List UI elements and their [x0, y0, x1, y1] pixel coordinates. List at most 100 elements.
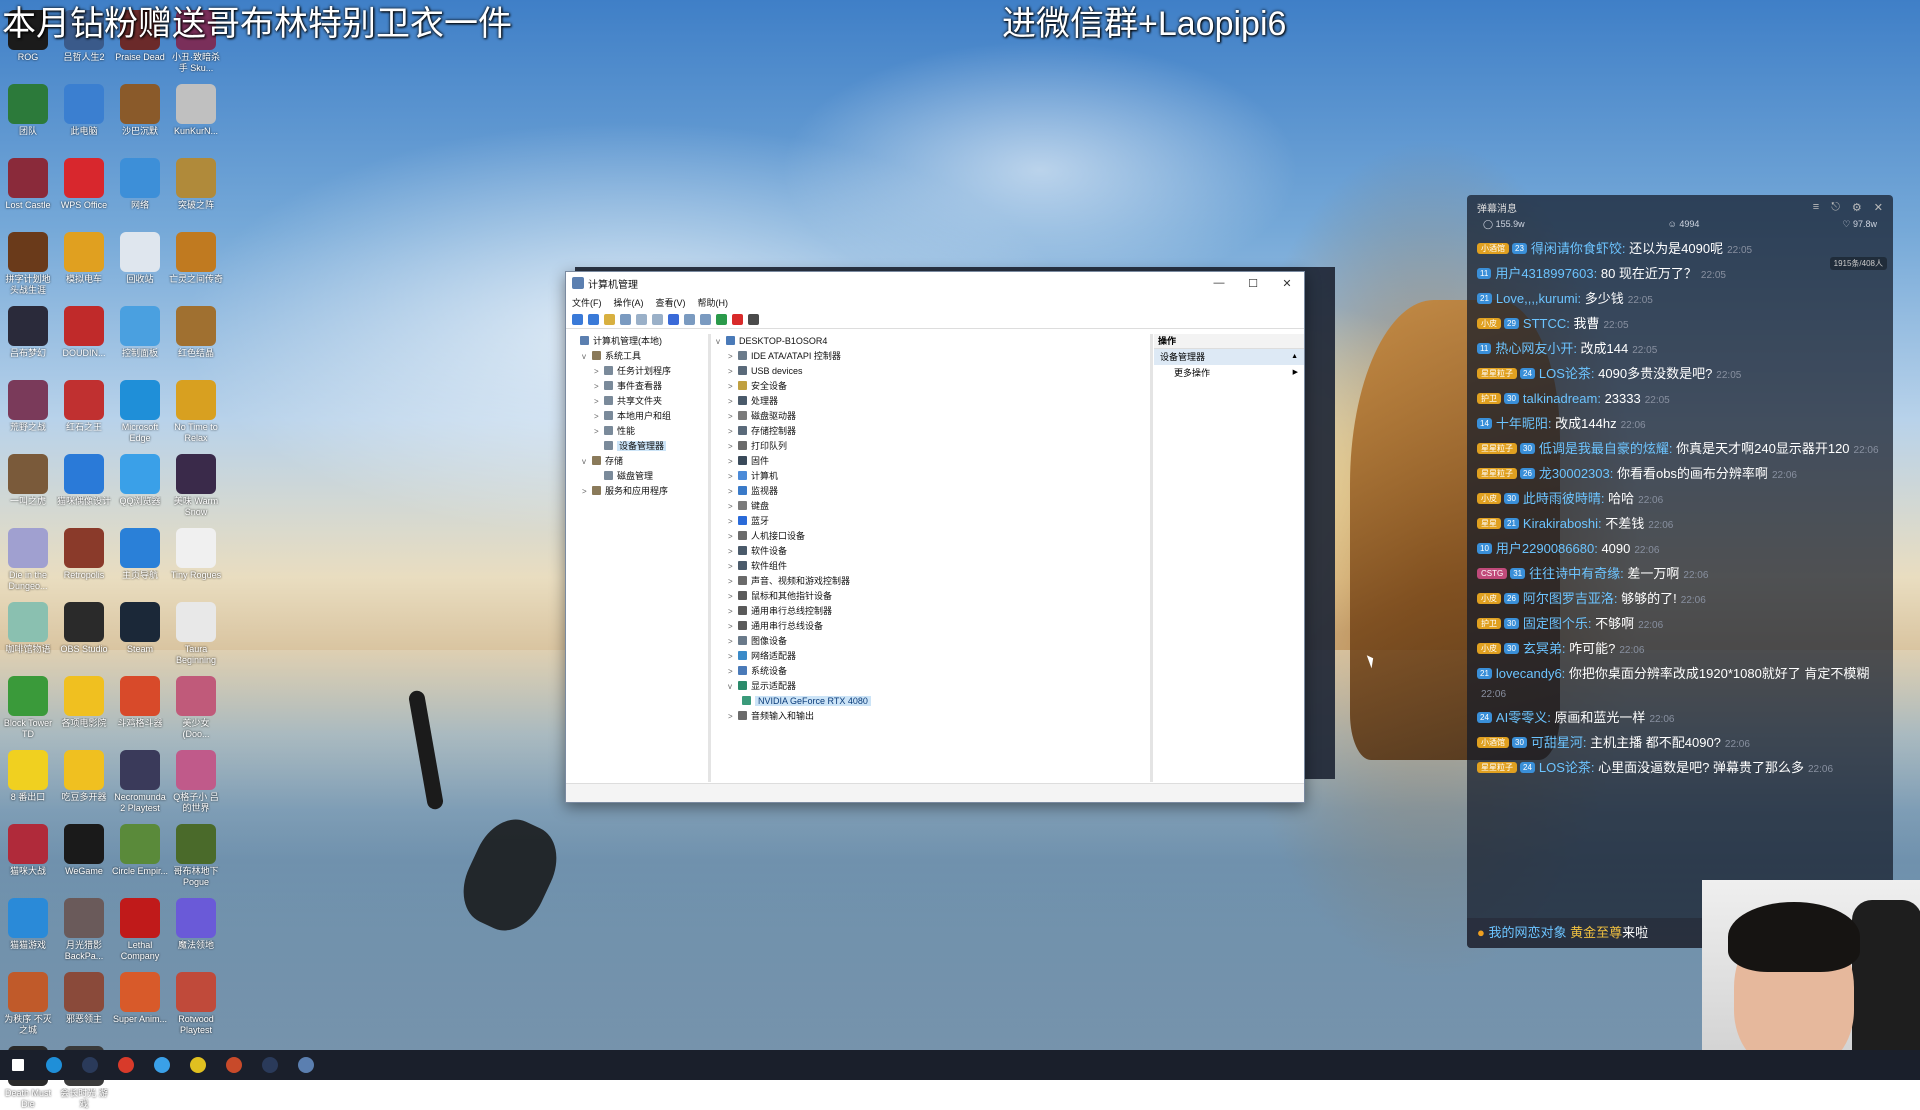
expand-arrow-icon[interactable]: > — [728, 544, 738, 559]
menu-file[interactable]: 文件(F) — [572, 296, 602, 309]
device-category[interactable]: > 软件组件 — [712, 559, 1150, 574]
device-category[interactable]: > USB devices — [712, 364, 1150, 379]
danmaku-username[interactable]: 往往诗中有奇缘: — [1529, 566, 1624, 581]
collapse-arrow-icon[interactable]: v — [728, 679, 738, 694]
taskbar-qq-browser[interactable] — [144, 1050, 180, 1080]
desktop-icon[interactable]: Die in the Dungeo... — [0, 528, 56, 592]
submenu-arrow-icon[interactable]: ▶ — [1293, 365, 1298, 381]
action-item[interactable]: 设备管理器 ▲ — [1154, 349, 1304, 365]
update-driver-icon[interactable] — [716, 313, 727, 325]
monitor-icon[interactable] — [700, 313, 711, 325]
desktop-icon[interactable]: DOUDIN... — [56, 306, 112, 359]
desktop-icon[interactable]: 猫咪大战 — [0, 824, 56, 877]
device-category[interactable]: > 系统设备 — [712, 664, 1150, 679]
help-icon[interactable] — [668, 313, 679, 325]
expand-arrow-icon[interactable]: > — [728, 589, 738, 604]
taskbar-app-yellow[interactable] — [180, 1050, 216, 1080]
device-category[interactable]: > 鼠标和其他指针设备 — [712, 589, 1150, 604]
console-tree-item[interactable]: 计算机管理(本地) — [566, 334, 708, 349]
console-tree-item[interactable]: v 系统工具 — [566, 349, 708, 364]
menu-action[interactable]: 操作(A) — [614, 296, 644, 309]
danmaku-message[interactable]: 11 热心网友小开: 改成144 22:05 — [1467, 337, 1893, 362]
expand-arrow-icon[interactable]: > — [728, 514, 738, 529]
taskbar-app-red[interactable] — [216, 1050, 252, 1080]
desktop-icon[interactable]: 网络 — [112, 158, 168, 211]
export-icon[interactable] — [652, 313, 663, 325]
danmaku-username[interactable]: Kirakiraboshi: — [1523, 516, 1602, 531]
device-category[interactable]: > 存储控制器 — [712, 424, 1150, 439]
device-category[interactable]: v 显示适配器 — [712, 679, 1150, 694]
settings-icon[interactable]: ⚙ — [1852, 201, 1862, 214]
desktop-icon[interactable]: 回收站 — [112, 232, 168, 285]
desktop-icon[interactable]: 红石之王 — [56, 380, 112, 433]
desktop-icon[interactable]: Taura Beginning — [168, 602, 224, 666]
danmaku-username[interactable]: lovecandy6: — [1496, 666, 1565, 681]
danmaku-message[interactable]: 小酒馆 23 得闲请你食虾饺: 还以为是4090呢 22:05 — [1467, 237, 1893, 262]
danmaku-message[interactable]: 小皮 26 阿尔图罗吉亚洛: 够够的了! 22:06 — [1467, 587, 1893, 612]
expand-arrow-icon[interactable]: > — [728, 424, 738, 439]
danmaku-username[interactable]: 此時雨彼時晴: — [1523, 491, 1605, 506]
forward-arrow-icon[interactable] — [588, 313, 599, 325]
danmaku-username[interactable]: Love,,,,kurumi: — [1496, 291, 1581, 306]
desktop-icon[interactable]: Circle Empir... — [112, 824, 168, 877]
danmaku-username[interactable]: 龙30002303: — [1539, 466, 1613, 481]
expand-arrow-icon[interactable]: > — [728, 364, 738, 379]
danmaku-message[interactable]: 小酒馆 30 可甜星河: 主机主播 都不配4090? 22:06 — [1467, 731, 1893, 756]
minimize-button[interactable]: — — [1202, 277, 1236, 289]
expand-arrow-icon[interactable]: > — [728, 574, 738, 589]
console-tree-item[interactable]: > 任务计划程序 — [566, 364, 708, 379]
window-titlebar[interactable]: 计算机管理 — ☐ ✕ — [566, 272, 1304, 294]
expand-arrow-icon[interactable]: > — [594, 394, 604, 409]
console-tree-item[interactable]: > 事件查看器 — [566, 379, 708, 394]
collapse-arrow-icon[interactable]: v — [716, 334, 726, 349]
danmaku-message[interactable]: CSTG 31 往往诗中有奇缘: 差一万啊 22:06 — [1467, 562, 1893, 587]
danmaku-username[interactable]: talkinadream: — [1523, 391, 1601, 406]
computer-management-window[interactable]: 计算机管理 — ☐ ✕ 文件(F) 操作(A) 查看(V) 帮助(H) 计算机管… — [565, 271, 1305, 803]
taskbar-start[interactable] — [0, 1050, 36, 1080]
danmaku-username[interactable]: 固定图个乐: — [1523, 616, 1592, 631]
close-icon[interactable]: ✕ — [1874, 201, 1883, 214]
action-item[interactable]: 更多操作 ▶ — [1154, 365, 1304, 381]
danmaku-message[interactable]: 星星粒子 24 LOS论茶: 心里面没逼数是吧? 弹幕贵了那么多 22:06 — [1467, 756, 1893, 781]
desktop-icon[interactable]: 模拟电车 — [56, 232, 112, 285]
expand-arrow-icon[interactable]: > — [728, 394, 738, 409]
danmaku-username[interactable]: LOS论茶: — [1539, 366, 1595, 381]
device-category[interactable]: > 图像设备 — [712, 634, 1150, 649]
console-tree-item[interactable]: > 共享文件夹 — [566, 394, 708, 409]
view-icon[interactable] — [684, 313, 695, 325]
desktop-icon[interactable]: WeGame — [56, 824, 112, 877]
expand-arrow-icon[interactable]: > — [728, 559, 738, 574]
taskbar-computer-management[interactable] — [288, 1050, 324, 1080]
expand-arrow-icon[interactable]: > — [728, 634, 738, 649]
desktop-icon[interactable]: 美少女 (Doo... — [168, 676, 224, 740]
desktop-icon[interactable]: 拼字计划地 头战生涯 — [0, 232, 56, 296]
desktop-icon[interactable]: 此电脑 — [56, 84, 112, 137]
danmaku-message[interactable]: 护卫 30 固定图个乐: 不够啊 22:06 — [1467, 612, 1893, 637]
expand-arrow-icon[interactable]: > — [728, 619, 738, 634]
console-tree-item[interactable]: > 本地用户和组 — [566, 409, 708, 424]
desktop-icon[interactable]: 主页导航 — [112, 528, 168, 581]
device-category[interactable]: > 网络适配器 — [712, 649, 1150, 664]
expand-arrow-icon[interactable]: > — [728, 454, 738, 469]
console-tree-item[interactable]: > 性能 — [566, 424, 708, 439]
expand-arrow-icon[interactable]: > — [594, 364, 604, 379]
desktop-icon[interactable]: 团队 — [0, 84, 56, 137]
expand-arrow-icon[interactable]: > — [728, 664, 738, 679]
desktop-icon[interactable]: 突破之阵 — [168, 158, 224, 211]
desktop-icon[interactable]: Microsoft Edge — [112, 380, 168, 444]
desktop-icon[interactable]: 邪恶领主 — [56, 972, 112, 1025]
expand-arrow-icon[interactable]: > — [728, 604, 738, 619]
expand-arrow-icon[interactable]: > — [728, 499, 738, 514]
desktop-icon[interactable]: 亡灵之间传奇 — [168, 232, 224, 285]
console-tree-item[interactable]: 磁盘管理 — [566, 469, 708, 484]
desktop-icon[interactable]: 8 番出口 — [0, 750, 56, 803]
close-button[interactable]: ✕ — [1270, 277, 1304, 290]
collapse-arrow-icon[interactable]: v — [582, 349, 592, 364]
device-category[interactable]: > 声音、视频和游戏控制器 — [712, 574, 1150, 589]
desktop-icon[interactable]: 咖啡馆物语 — [0, 602, 56, 655]
device-category[interactable]: > 计算机 — [712, 469, 1150, 484]
expand-arrow-icon[interactable]: > — [728, 439, 738, 454]
lock-icon[interactable]: ⎋ — [1831, 201, 1840, 214]
desktop-icon[interactable]: Block Tower TD — [0, 676, 56, 740]
device-category[interactable]: > 安全设备 — [712, 379, 1150, 394]
